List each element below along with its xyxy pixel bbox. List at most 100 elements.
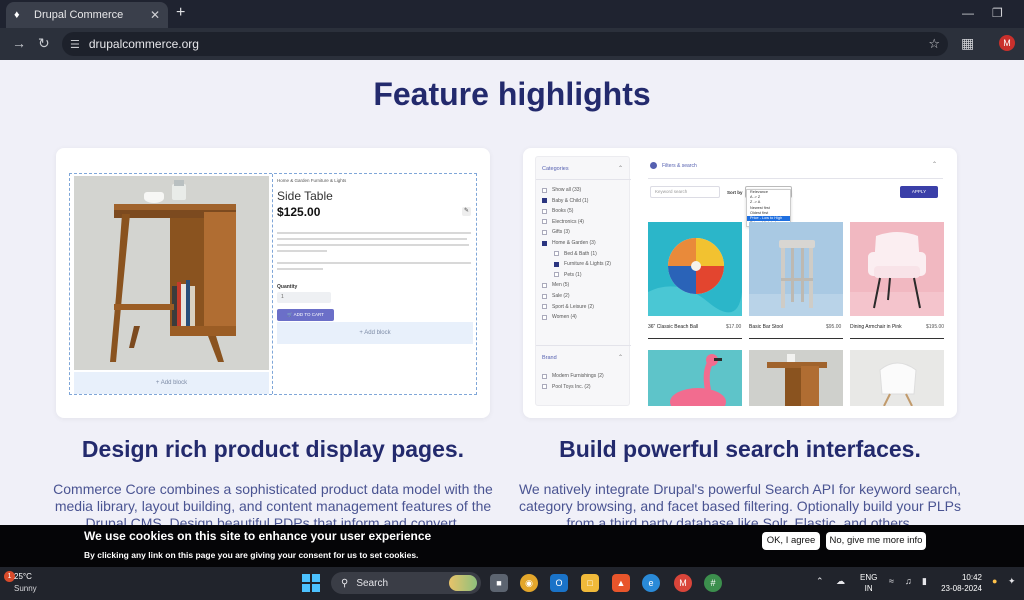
chevron-up-icon[interactable]: ⌃ (932, 161, 951, 168)
facet-checkbox[interactable] (542, 384, 547, 390)
facet-label: Electronics (4) (552, 218, 584, 225)
brand-facet-item[interactable]: Modern Furnishings (2) (542, 373, 604, 379)
product-image-flamingo[interactable] (648, 350, 742, 406)
facet-checkbox[interactable] (542, 229, 547, 235)
chevron-up-icon[interactable]: ⌃ (618, 165, 623, 172)
taskbar-search[interactable]: ⚲ Search (331, 572, 481, 594)
product-image-beach-ball[interactable] (648, 222, 742, 316)
language-indicator[interactable]: ENG IN (860, 572, 877, 594)
category-facet-item[interactable]: Books (5) (542, 208, 573, 214)
facet-checkbox[interactable] (542, 219, 547, 225)
edge-icon[interactable]: e (642, 574, 660, 592)
onedrive-cloud-icon[interactable]: ☁ (836, 576, 845, 587)
extensions-icon[interactable]: ▦ (961, 36, 974, 50)
file-explorer-icon[interactable]: □ (581, 574, 599, 592)
category-facet-item[interactable]: Home & Garden (3) (542, 240, 596, 246)
category-facet-item[interactable]: Sport & Leisure (2) (542, 304, 594, 310)
battery-icon[interactable]: ▮ (922, 576, 927, 587)
cookie-agree-button[interactable]: OK, I agree (762, 532, 820, 550)
notification-bell-icon[interactable]: ● (992, 576, 997, 586)
chevron-up-icon[interactable]: ⌃ (618, 354, 623, 361)
wifi-icon[interactable]: ≈ (889, 576, 894, 586)
product-image-pink-armchair[interactable] (850, 222, 944, 316)
copilot-icon[interactable]: ✦ (1008, 576, 1016, 587)
edit-pencil-icon[interactable]: ✎ (462, 207, 471, 216)
outlook-icon[interactable]: O (550, 574, 568, 592)
facet-checkbox[interactable] (542, 208, 547, 214)
facet-checkbox[interactable] (542, 304, 547, 310)
category-facet-item[interactable]: Women (4) (542, 314, 577, 320)
facet-label: Pets (1) (564, 271, 582, 278)
chrome-profile-icon[interactable]: M (674, 574, 692, 592)
facet-checkbox[interactable] (554, 272, 559, 278)
product-name[interactable]: Dining Armchair in Pink (850, 324, 902, 330)
keyword-search-input[interactable]: Keyword search (650, 186, 720, 198)
facet-checkbox[interactable] (554, 251, 559, 257)
add-to-cart-button[interactable]: 🛒 ADD TO CART (277, 309, 334, 321)
clock-time: 10:42 (961, 573, 982, 582)
category-facet-item[interactable]: Men (5) (542, 282, 569, 288)
product-name[interactable]: 36" Classic Beach Ball (648, 324, 698, 330)
facet-checkbox[interactable] (554, 261, 559, 267)
category-facet-item[interactable]: Pets (1) (554, 272, 582, 278)
brand-facet-item[interactable]: Pool Toys Inc. (2) (542, 384, 591, 390)
task-view-icon[interactable]: ■ (490, 574, 508, 592)
category-facet-item[interactable]: Show all (33) (542, 187, 581, 193)
quantity-input[interactable]: 1 (277, 292, 331, 303)
minimize-icon[interactable]: — (962, 6, 974, 20)
language-code: ENG (860, 573, 878, 582)
bookmark-star-icon[interactable]: ☆ (928, 36, 940, 52)
category-facet-item[interactable]: Electronics (4) (542, 219, 584, 225)
slack-icon[interactable]: # (704, 574, 722, 592)
chrome-icon[interactable]: ◉ (520, 574, 538, 592)
category-facet-item[interactable]: Bed & Bath (1) (554, 251, 597, 257)
site-settings-icon[interactable]: ☰ (70, 38, 80, 51)
reload-icon[interactable]: ↻ (38, 36, 50, 50)
product-image-bar-stool[interactable] (749, 222, 843, 316)
description-line (277, 232, 471, 234)
facet-checkbox[interactable] (542, 198, 547, 204)
show-hidden-icons[interactable]: ⌃ (816, 576, 824, 587)
volume-icon[interactable]: ♫ (905, 576, 912, 586)
restore-icon[interactable]: ❐ (992, 6, 1003, 20)
product-image-side-table[interactable] (749, 350, 843, 406)
facet-label: Women (4) (552, 314, 577, 321)
facet-divider (536, 345, 631, 346)
facet-label: Men (5) (552, 282, 570, 289)
forward-icon[interactable]: → (12, 36, 26, 50)
category-facet-item[interactable]: Gifts (3) (542, 229, 570, 235)
product-name[interactable]: Basic Bar Stool (749, 324, 783, 330)
windows-start-icon[interactable] (302, 574, 320, 592)
category-facet-item[interactable]: Baby & Child (1) (542, 198, 588, 204)
add-block-button[interactable]: + Add block (277, 322, 473, 344)
product-image-white-chair[interactable] (850, 350, 944, 406)
add-block-button[interactable]: + Add block (74, 372, 269, 394)
description-line (277, 238, 467, 240)
facet-checkbox[interactable] (542, 240, 547, 246)
facet-label: Baby & Child (1) (552, 197, 589, 204)
cookie-more-info-button[interactable]: No, give me more info (826, 532, 926, 550)
region-code: IN (864, 584, 873, 593)
filters-divider (648, 178, 943, 179)
url-bar[interactable]: ☰ drupalcommerce.org ☆ (62, 32, 948, 56)
apply-button[interactable]: APPLY (900, 186, 938, 198)
category-facet-item[interactable]: Sale (2) (542, 293, 570, 299)
product-price: $195.00 (926, 324, 945, 330)
facet-checkbox[interactable] (542, 373, 547, 379)
profile-avatar[interactable]: M (999, 35, 1015, 51)
facet-divider (536, 179, 631, 180)
brave-icon[interactable]: ▲ (612, 574, 630, 592)
system-clock[interactable]: 10:42 23-08-2024 (938, 572, 982, 594)
close-tab-icon[interactable]: ✕ (150, 8, 160, 22)
category-facet-item[interactable]: Furniture & Lights (2) (554, 261, 611, 267)
facet-checkbox[interactable] (542, 187, 547, 193)
browser-tab[interactable]: ♦ Drupal Commerce ✕ (6, 2, 168, 28)
facet-label: Show all (33) (552, 187, 582, 193)
cookie-text: By clicking any link on this page you ar… (84, 550, 419, 560)
filters-heading[interactable]: Filters & search (650, 162, 697, 169)
facet-checkbox[interactable] (542, 314, 547, 320)
facet-checkbox[interactable] (542, 282, 547, 288)
weather-widget[interactable]: 1 25°C Sunny (4, 571, 64, 597)
new-tab-icon[interactable]: + (176, 5, 185, 21)
facet-checkbox[interactable] (542, 293, 547, 299)
